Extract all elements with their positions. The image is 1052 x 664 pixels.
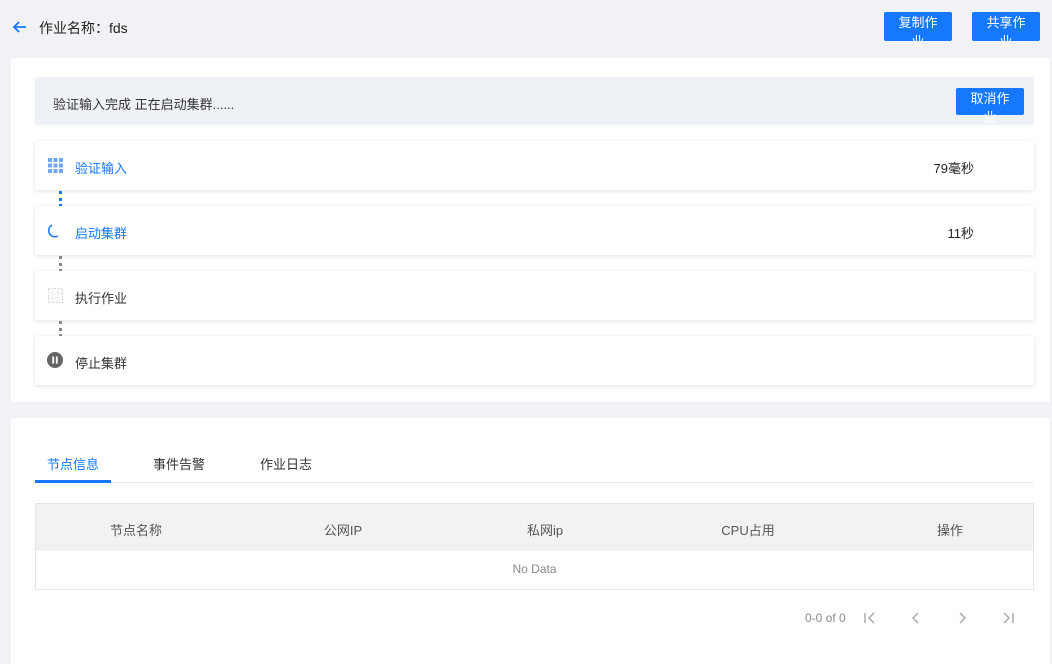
empty-state-text: No Data — [512, 562, 557, 576]
copy-job-button[interactable]: 复制作业 — [884, 12, 952, 49]
active-tab-indicator — [35, 480, 111, 483]
step-execute-job: 执行作业 — [35, 271, 1034, 320]
column-header: 私网ip — [526, 523, 564, 538]
column-header: CPU占用 — [721, 523, 775, 538]
step-label: 启动集群 — [75, 226, 128, 241]
step-connector — [59, 191, 62, 207]
spinner-icon — [48, 224, 59, 238]
details-panel: 节点信息 事件告警 作业日志 节点名称 公网IP 私网ip CPU占用 操作 N… — [11, 418, 1050, 664]
arrow-left-icon[interactable] — [12, 19, 28, 35]
step-connector — [59, 321, 62, 337]
pagination-summary: 0-0 of 0 — [805, 611, 846, 625]
table-header: 节点名称 公网IP 私网ip CPU占用 操作 — [36, 504, 1033, 551]
first-page-icon[interactable] — [862, 610, 878, 626]
step-start-cluster: 启动集群 11秒 — [35, 206, 1034, 255]
step-validate-input: 验证输入 79毫秒 — [35, 141, 1034, 190]
next-page-icon[interactable] — [954, 610, 970, 626]
tab-bar: 节点信息 事件告警 作业日志 — [35, 448, 1034, 483]
prev-page-icon[interactable] — [908, 610, 924, 626]
grid-icon — [48, 158, 63, 173]
step-connector — [59, 256, 62, 272]
status-bar: 验证输入完成 正在启动集群...... 取消作业 — [35, 77, 1034, 125]
step-label: 停止集群 — [75, 356, 128, 371]
tab-event-alerts[interactable]: 事件告警 — [153, 454, 205, 473]
share-job-button[interactable]: 共享作业 — [972, 12, 1040, 49]
step-duration: 79毫秒 — [933, 161, 974, 176]
pause-icon — [47, 352, 63, 368]
grid-outline-icon — [48, 288, 63, 303]
node-table: 节点名称 公网IP 私网ip CPU占用 操作 No Data — [35, 503, 1034, 590]
step-label: 验证输入 — [75, 161, 128, 176]
column-header: 节点名称 — [109, 523, 163, 538]
pagination: 0-0 of 0 — [11, 608, 1050, 628]
tab-job-logs[interactable]: 作业日志 — [260, 454, 312, 473]
column-header: 操作 — [936, 523, 964, 538]
column-header: 公网IP — [323, 523, 363, 538]
status-text: 验证输入完成 正在启动集群...... — [53, 97, 235, 112]
job-title: 作业名称：fds — [39, 20, 128, 36]
last-page-icon[interactable] — [1000, 610, 1016, 626]
job-progress-panel: 验证输入完成 正在启动集群...... 取消作业 验证输入 79毫秒 启动集群 … — [11, 58, 1050, 402]
step-duration: 11秒 — [947, 226, 975, 241]
page-header: 作业名称：fds 复制作业 共享作业 — [0, 0, 1052, 56]
tab-node-info[interactable]: 节点信息 — [47, 454, 99, 473]
step-stop-cluster: 停止集群 — [35, 336, 1034, 385]
step-label: 执行作业 — [75, 291, 128, 306]
cancel-job-button[interactable]: 取消作业 — [956, 88, 1024, 125]
